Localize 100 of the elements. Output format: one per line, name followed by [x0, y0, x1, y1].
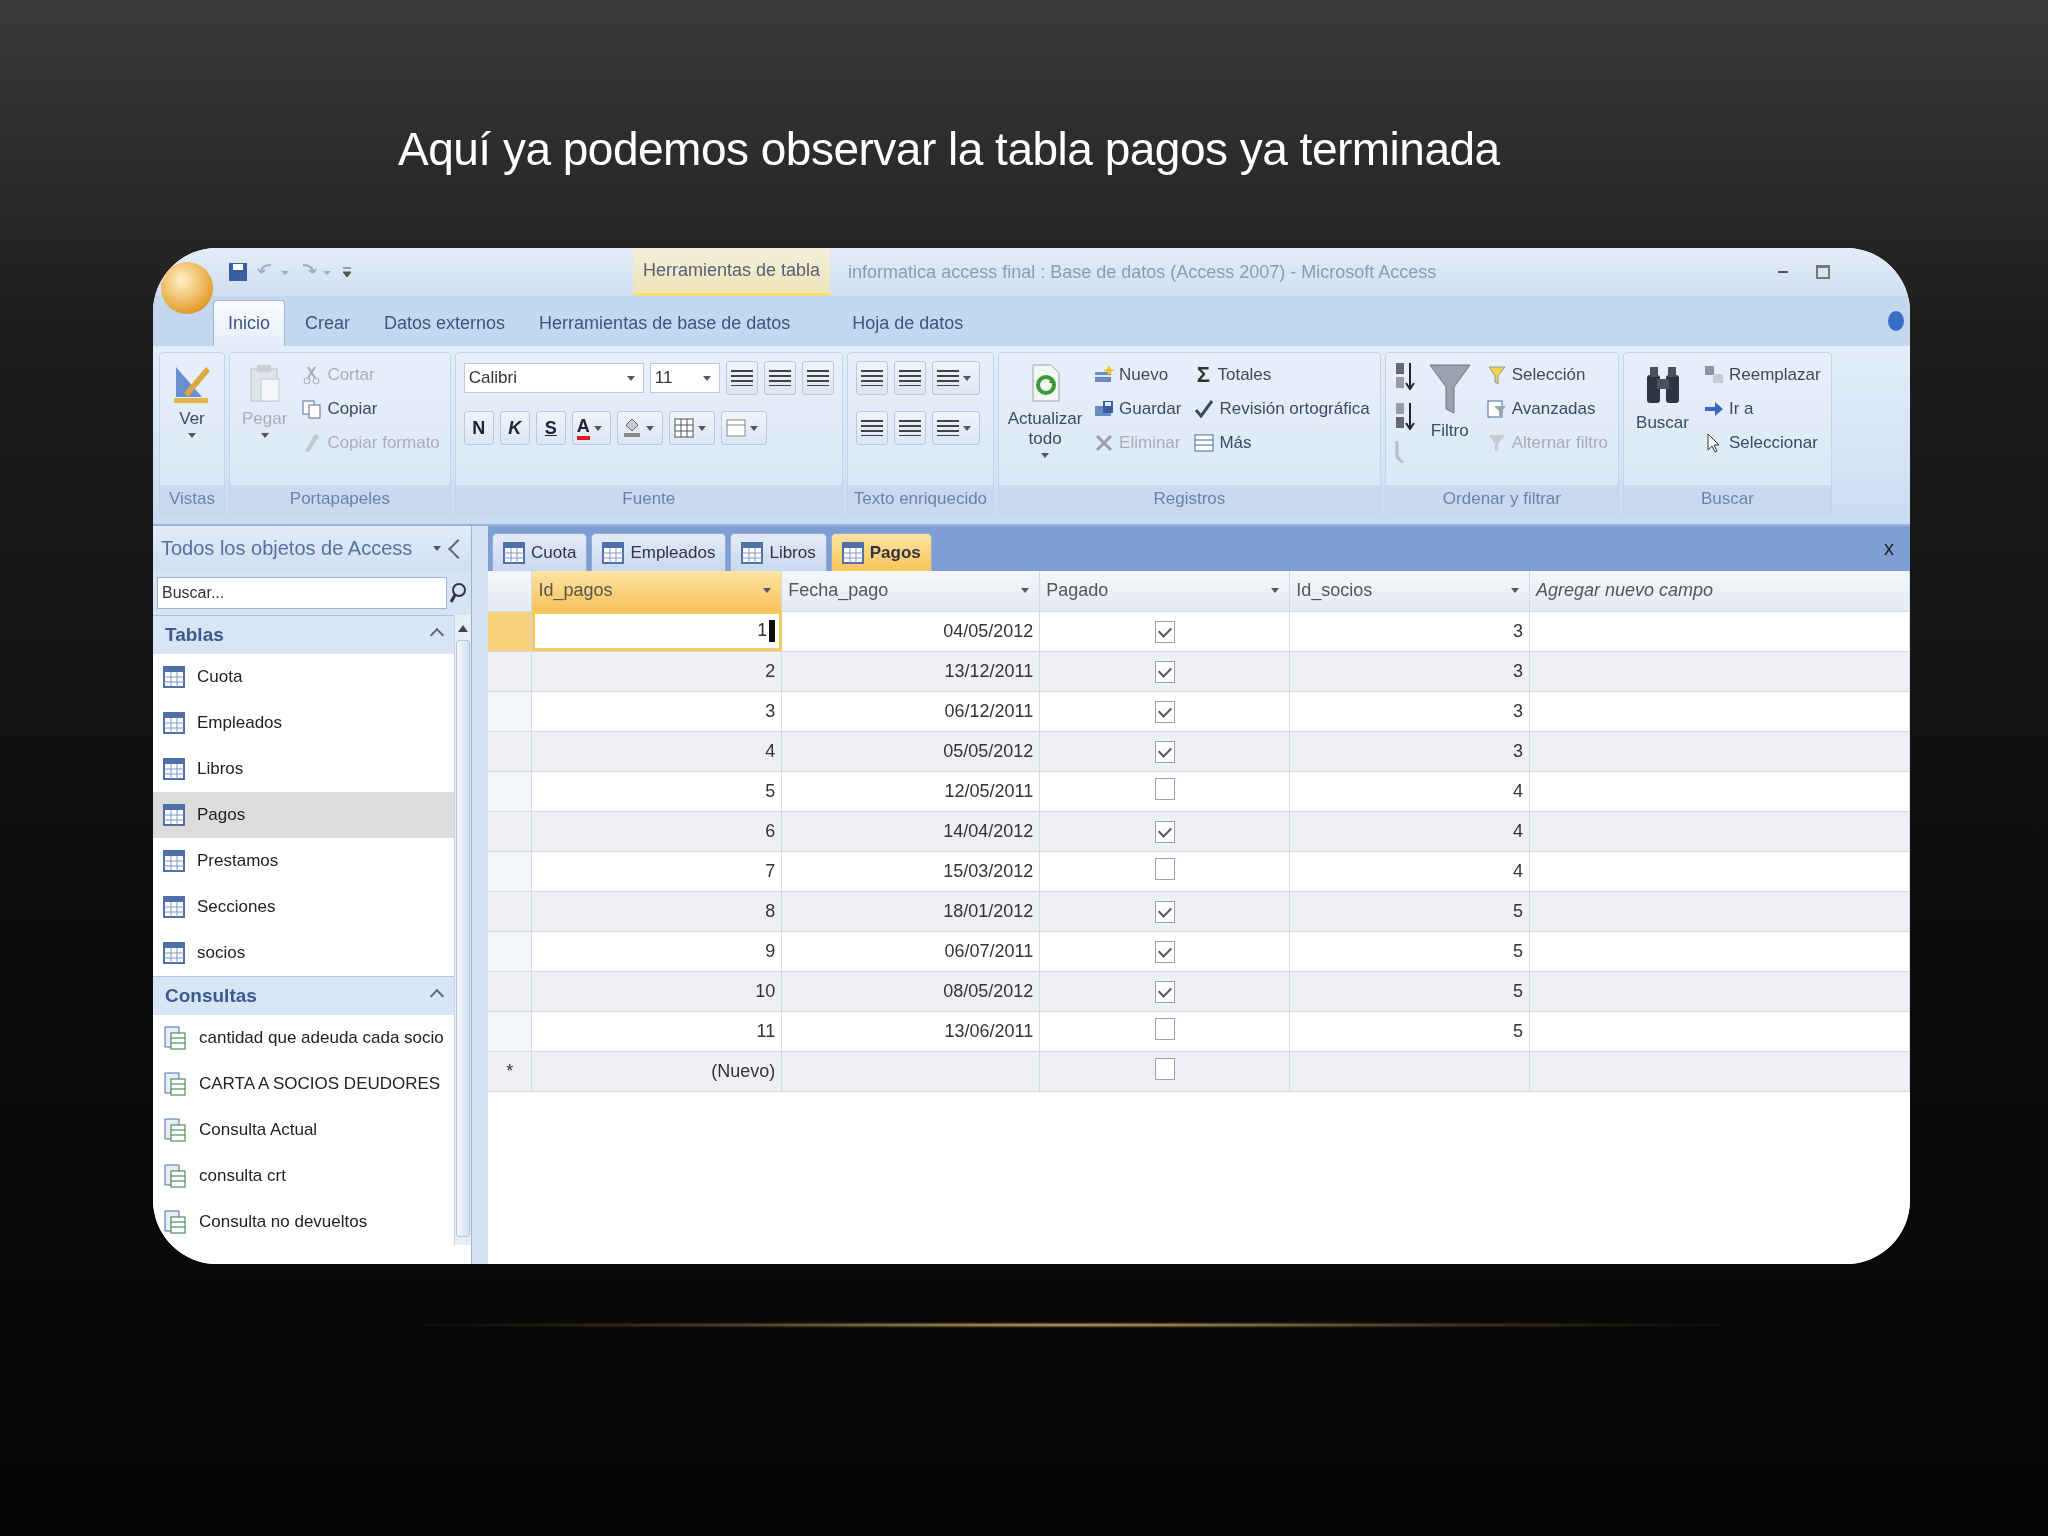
caret-icon	[260, 433, 269, 438]
fill-color-button[interactable]	[616, 411, 663, 445]
font-size-field[interactable]: 11	[649, 363, 720, 393]
table-cell: 7	[531, 851, 782, 891]
font-color-button[interactable]: A	[571, 411, 611, 445]
checkbox[interactable]	[1154, 1017, 1175, 1040]
nav-item[interactable]: Consulta Actual	[153, 1107, 454, 1153]
ribbon-button[interactable]: Guardar	[1091, 395, 1184, 423]
ribbon-button[interactable]: Seleccionar	[1701, 429, 1823, 457]
search-icon[interactable]	[449, 582, 467, 604]
document-tab[interactable]: Cuota	[492, 533, 588, 571]
context-tab-label: Herramientas de tabla	[633, 248, 831, 296]
ribbon-button[interactable]: Ir a	[1701, 395, 1823, 423]
column-header[interactable]: Fecha_pago	[781, 571, 1040, 611]
ribbon-tab[interactable]: Datos externos	[370, 301, 520, 346]
indent-button[interactable]	[855, 361, 888, 395]
gridlines-button[interactable]	[668, 411, 715, 445]
nav-item[interactable]: Cuota	[153, 654, 454, 700]
search-field[interactable]: Buscar...	[157, 577, 447, 609]
column-header[interactable]: Id_socios	[1289, 571, 1530, 611]
align-right-button[interactable]	[801, 361, 834, 395]
nav-item[interactable]: Secciones	[153, 884, 454, 930]
checkbox[interactable]	[1154, 820, 1175, 843]
section-title: Tablas	[165, 624, 224, 646]
ribbon-tab[interactable]: Herramientas de base de datos	[525, 301, 805, 346]
ribbon-tab[interactable]: Hoja de datos	[838, 301, 978, 346]
select-all-cell[interactable]	[488, 571, 532, 611]
ribbon-button[interactable]: Nuevo	[1091, 361, 1184, 389]
office-button[interactable]	[161, 262, 213, 314]
table-icon	[163, 712, 185, 734]
table-icon	[841, 541, 864, 564]
ribbon-button[interactable]: Revisión ortográfica	[1191, 395, 1372, 423]
save-icon[interactable]	[227, 261, 249, 283]
checkbox[interactable]	[1154, 857, 1175, 880]
nav-item[interactable]: Pagos	[153, 792, 454, 838]
table-cell: 12/05/2011	[781, 771, 1040, 811]
column-header[interactable]: Agregar nuevo campo	[1529, 571, 1910, 611]
nav-item[interactable]: Libros	[153, 746, 454, 792]
nav-item[interactable]: Prestamos	[153, 838, 454, 884]
nav-item[interactable]: CARTA A SOCIOS DEUDORES	[153, 1061, 454, 1107]
nav-pane-header[interactable]: Todos los objetos de Access	[153, 526, 471, 571]
numbering-button[interactable]	[893, 411, 926, 445]
ribbon-large-button[interactable]: Buscar	[1632, 359, 1693, 485]
nav-item[interactable]: consulta crt	[153, 1153, 454, 1199]
checkbox[interactable]	[1154, 777, 1175, 800]
ribbon-tab[interactable]: Inicio	[213, 300, 286, 346]
row-color-button[interactable]	[720, 411, 767, 445]
ribbon-button[interactable]: Σ Totales	[1191, 361, 1372, 389]
query-icon	[163, 1071, 187, 1097]
nav-item[interactable]: cantidad que adeuda cada socio	[153, 1015, 454, 1061]
scrollbar[interactable]	[454, 615, 471, 1245]
section-header[interactable]: Consultas	[153, 976, 454, 1015]
table-icon	[163, 804, 185, 826]
ribbon-large-button[interactable]: Filtro	[1423, 359, 1476, 485]
checkbox[interactable]	[1154, 1057, 1175, 1080]
checkbox[interactable]	[1154, 980, 1175, 1003]
group-label: Vistas	[160, 485, 224, 513]
nav-item[interactable]: Empleados	[153, 700, 454, 746]
nav-item[interactable]: socios	[153, 930, 454, 976]
paragraph-button[interactable]	[931, 361, 980, 395]
ribbon-button[interactable]: Copiar	[299, 395, 442, 423]
help-icon[interactable]	[1888, 311, 1904, 331]
align-center-button[interactable]	[763, 361, 796, 395]
caret-icon	[1041, 453, 1050, 458]
group-label: Texto enriquecido	[847, 485, 994, 513]
checkbox[interactable]	[1154, 940, 1175, 963]
caret-icon	[626, 375, 635, 381]
customize-icon[interactable]	[341, 264, 353, 280]
column-header[interactable]: Pagado	[1039, 571, 1290, 611]
underline-button[interactable]: S	[535, 411, 566, 445]
align-left-button[interactable]	[725, 361, 758, 395]
bold-button[interactable]: N	[463, 411, 494, 445]
checkbox[interactable]	[1154, 700, 1175, 723]
column-header[interactable]: Id_pagos	[531, 571, 782, 611]
group-label: Registros	[999, 485, 1380, 513]
checkbox[interactable]	[1154, 660, 1175, 683]
ribbon-button[interactable]: Selección	[1483, 361, 1611, 389]
italic-button[interactable]: K	[499, 411, 530, 445]
checkbox[interactable]	[1154, 740, 1175, 763]
nav-item[interactable]: Consulta no devueltos	[153, 1199, 454, 1245]
document-tab[interactable]: Libros	[730, 533, 827, 571]
bullets-button[interactable]	[855, 411, 888, 445]
document-tab[interactable]: Empleados	[591, 533, 727, 571]
document-tab[interactable]: Pagos	[830, 533, 932, 571]
ribbon-button[interactable]: Reemplazar	[1701, 361, 1823, 389]
highlight-button[interactable]	[931, 411, 980, 445]
close-button[interactable]: x	[1878, 536, 1900, 561]
outdent-button[interactable]	[893, 361, 926, 395]
ribbon-tab[interactable]: Crear	[291, 301, 365, 346]
checkbox[interactable]	[1154, 620, 1175, 643]
checkbox[interactable]	[1154, 900, 1175, 923]
restore-button[interactable]	[1816, 265, 1830, 279]
query-icon	[163, 1025, 187, 1051]
font-field[interactable]: Calibri	[463, 363, 644, 393]
ribbon-large-button[interactable]: Actualizar todo	[1007, 359, 1084, 485]
rows-icon	[725, 419, 746, 437]
ribbon-button[interactable]: Avanzadas	[1483, 395, 1611, 423]
ribbon-button[interactable]: Más	[1191, 429, 1372, 457]
section-header[interactable]: Tablas	[153, 615, 454, 654]
ribbon-large-button[interactable]: Ver	[168, 359, 216, 485]
